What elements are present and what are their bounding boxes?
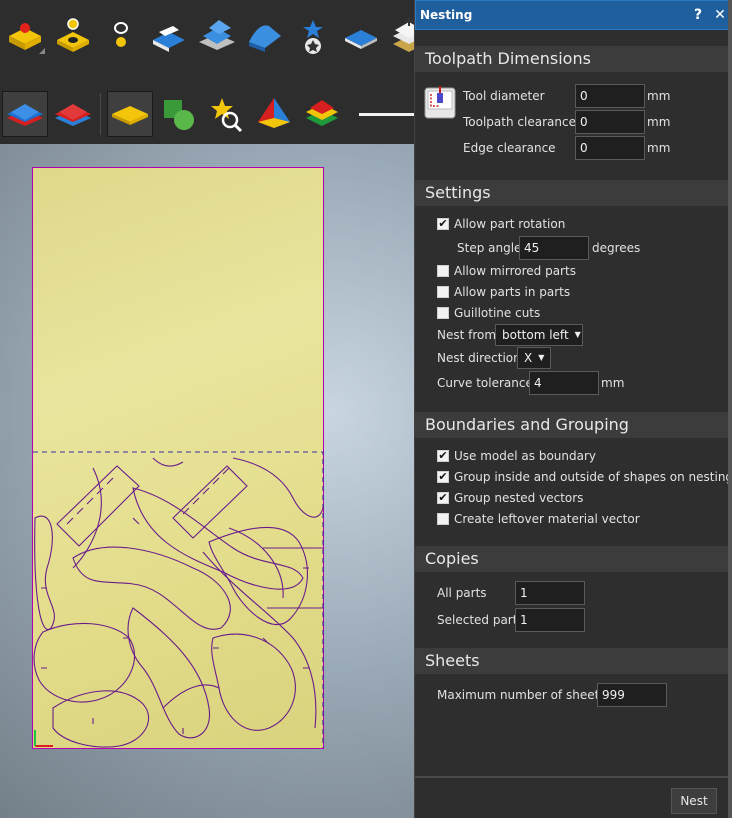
toolbar-line-icon — [359, 112, 421, 116]
origin-axis-icon — [34, 730, 53, 747]
nest-from-select[interactable]: bottom left ▼ — [495, 324, 583, 346]
tool-diameter-icon — [424, 86, 456, 119]
allow-parts-in-parts-checkbox[interactable]: Allow parts in parts — [437, 283, 570, 301]
panel-title: Nesting — [420, 8, 473, 22]
tool-diameter-input[interactable]: 0 — [575, 84, 645, 108]
checkbox-box[interactable]: ✔ — [437, 492, 449, 504]
comb-part-right — [172, 465, 248, 539]
add-star-icon[interactable] — [290, 13, 336, 59]
group-inside-outside-label: Group inside and outside of shapes on ne… — [454, 470, 732, 484]
section-sheets[interactable]: Sheets — [415, 648, 729, 674]
step-angle-label: Step angle — [457, 241, 522, 255]
allow-mirrored-checkbox[interactable]: Allow mirrored parts — [437, 262, 576, 280]
use-model-boundary-checkbox[interactable]: ✔ Use model as boundary — [437, 447, 596, 465]
curve-tolerance-unit: mm — [601, 376, 625, 390]
step-angle-unit: degrees — [592, 241, 641, 255]
checkbox-box[interactable]: ✔ — [437, 218, 449, 230]
group-inside-outside-checkbox[interactable]: ✔ Group inside and outside of shapes on … — [437, 468, 732, 486]
panel-scrollbar[interactable] — [728, 0, 732, 818]
toolpath-clearance-input[interactable]: 0 — [575, 110, 645, 134]
checkbox-box[interactable] — [437, 307, 449, 319]
checkbox-box[interactable] — [437, 265, 449, 277]
sculpt-icon[interactable] — [242, 13, 288, 59]
section-copies[interactable]: Copies — [415, 546, 729, 572]
selected-part-label: Selected part — [437, 613, 518, 627]
shapes-icon[interactable] — [155, 91, 201, 137]
section-settings[interactable]: Settings — [415, 180, 729, 206]
max-sheets-input[interactable]: 999 — [597, 683, 667, 707]
tool-diameter-label: Tool diameter — [463, 89, 545, 103]
allow-rotation-label: Allow part rotation — [454, 217, 566, 231]
nest-from-value: bottom left — [502, 328, 569, 342]
material-setup-icon[interactable] — [50, 13, 96, 59]
panel-titlebar: Nesting ? ✕ — [415, 0, 732, 30]
comb-part-left — [56, 465, 140, 547]
chevron-down-icon: ▼ — [574, 330, 581, 339]
set-zero-icon[interactable] — [2, 13, 48, 59]
group-nested-vectors-label: Group nested vectors — [454, 491, 584, 505]
selected-part-input[interactable]: 1 — [515, 608, 585, 632]
curve-tolerance-label: Curve tolerance — [437, 376, 533, 390]
toolbar-separator — [100, 93, 101, 135]
toolbar-row-top — [0, 6, 432, 66]
all-parts-label: All parts — [437, 586, 487, 600]
edge-clearance-unit: mm — [647, 141, 671, 155]
nesting-panel: Nesting ? ✕ Toolpath Dimensions Tool dia… — [414, 0, 732, 818]
yellow-plate-icon[interactable] — [107, 91, 153, 137]
panel-divider — [415, 776, 729, 778]
checkbox-box[interactable] — [437, 513, 449, 525]
toolpath-clearance-unit: mm — [647, 115, 671, 129]
zoom-star-icon[interactable] — [203, 91, 249, 137]
use-model-boundary-label: Use model as boundary — [454, 449, 597, 463]
checkbox-box[interactable]: ✔ — [437, 471, 449, 483]
pyramid-icon[interactable] — [251, 91, 297, 137]
color-layers-icon[interactable] — [299, 91, 345, 137]
layered-model-icon[interactable] — [194, 13, 240, 59]
layers-blue-icon[interactable] — [2, 91, 48, 137]
leftover-material-checkbox[interactable]: Create leftover material vector — [437, 510, 640, 528]
curve-tolerance-input[interactable]: 4 — [529, 371, 599, 395]
layers-red-icon[interactable] — [50, 91, 96, 137]
toolpath-clearance-label: Toolpath clearance — [463, 115, 576, 129]
chevron-down-icon: ▼ — [538, 353, 545, 362]
guillotine-cuts-label: Guillotine cuts — [454, 306, 541, 320]
allow-parts-in-parts-label: Allow parts in parts — [454, 285, 571, 299]
group-nested-vectors-checkbox[interactable]: ✔ Group nested vectors — [437, 489, 583, 507]
toolbar-row-bottom — [0, 84, 421, 144]
material-sheet[interactable] — [32, 167, 324, 749]
nest-button[interactable]: Nest — [671, 788, 717, 814]
allow-mirrored-label: Allow mirrored parts — [454, 264, 576, 278]
nest-direction-label: Nest direction — [437, 351, 521, 365]
flat-plane-icon[interactable] — [338, 13, 384, 59]
checkbox-box[interactable]: ✔ — [437, 450, 449, 462]
section-toolpath-dimensions[interactable]: Toolpath Dimensions — [415, 46, 729, 72]
import-component-icon[interactable] — [146, 13, 192, 59]
tool-diameter-unit: mm — [647, 89, 671, 103]
nest-direction-select[interactable]: X ▼ — [517, 347, 551, 369]
edge-clearance-label: Edge clearance — [463, 141, 556, 155]
nest-direction-value: X — [524, 351, 533, 365]
section-boundaries-grouping[interactable]: Boundaries and Grouping — [415, 412, 729, 438]
edge-clearance-input[interactable]: 0 — [575, 136, 645, 160]
allow-rotation-checkbox[interactable]: ✔ Allow part rotation — [437, 215, 565, 233]
all-parts-input[interactable]: 1 — [515, 581, 585, 605]
nested-vectors[interactable] — [33, 168, 325, 750]
checkbox-box[interactable] — [437, 286, 449, 298]
nest-from-label: Nest from — [437, 328, 497, 342]
guillotine-cuts-checkbox[interactable]: Guillotine cuts — [437, 304, 540, 322]
z-zero-icon[interactable] — [98, 13, 144, 59]
leftover-material-label: Create leftover material vector — [454, 512, 640, 526]
step-angle-input[interactable]: 45 — [519, 236, 589, 260]
max-sheets-label: Maximum number of sheets — [437, 688, 606, 702]
help-icon[interactable]: ? — [687, 7, 709, 23]
